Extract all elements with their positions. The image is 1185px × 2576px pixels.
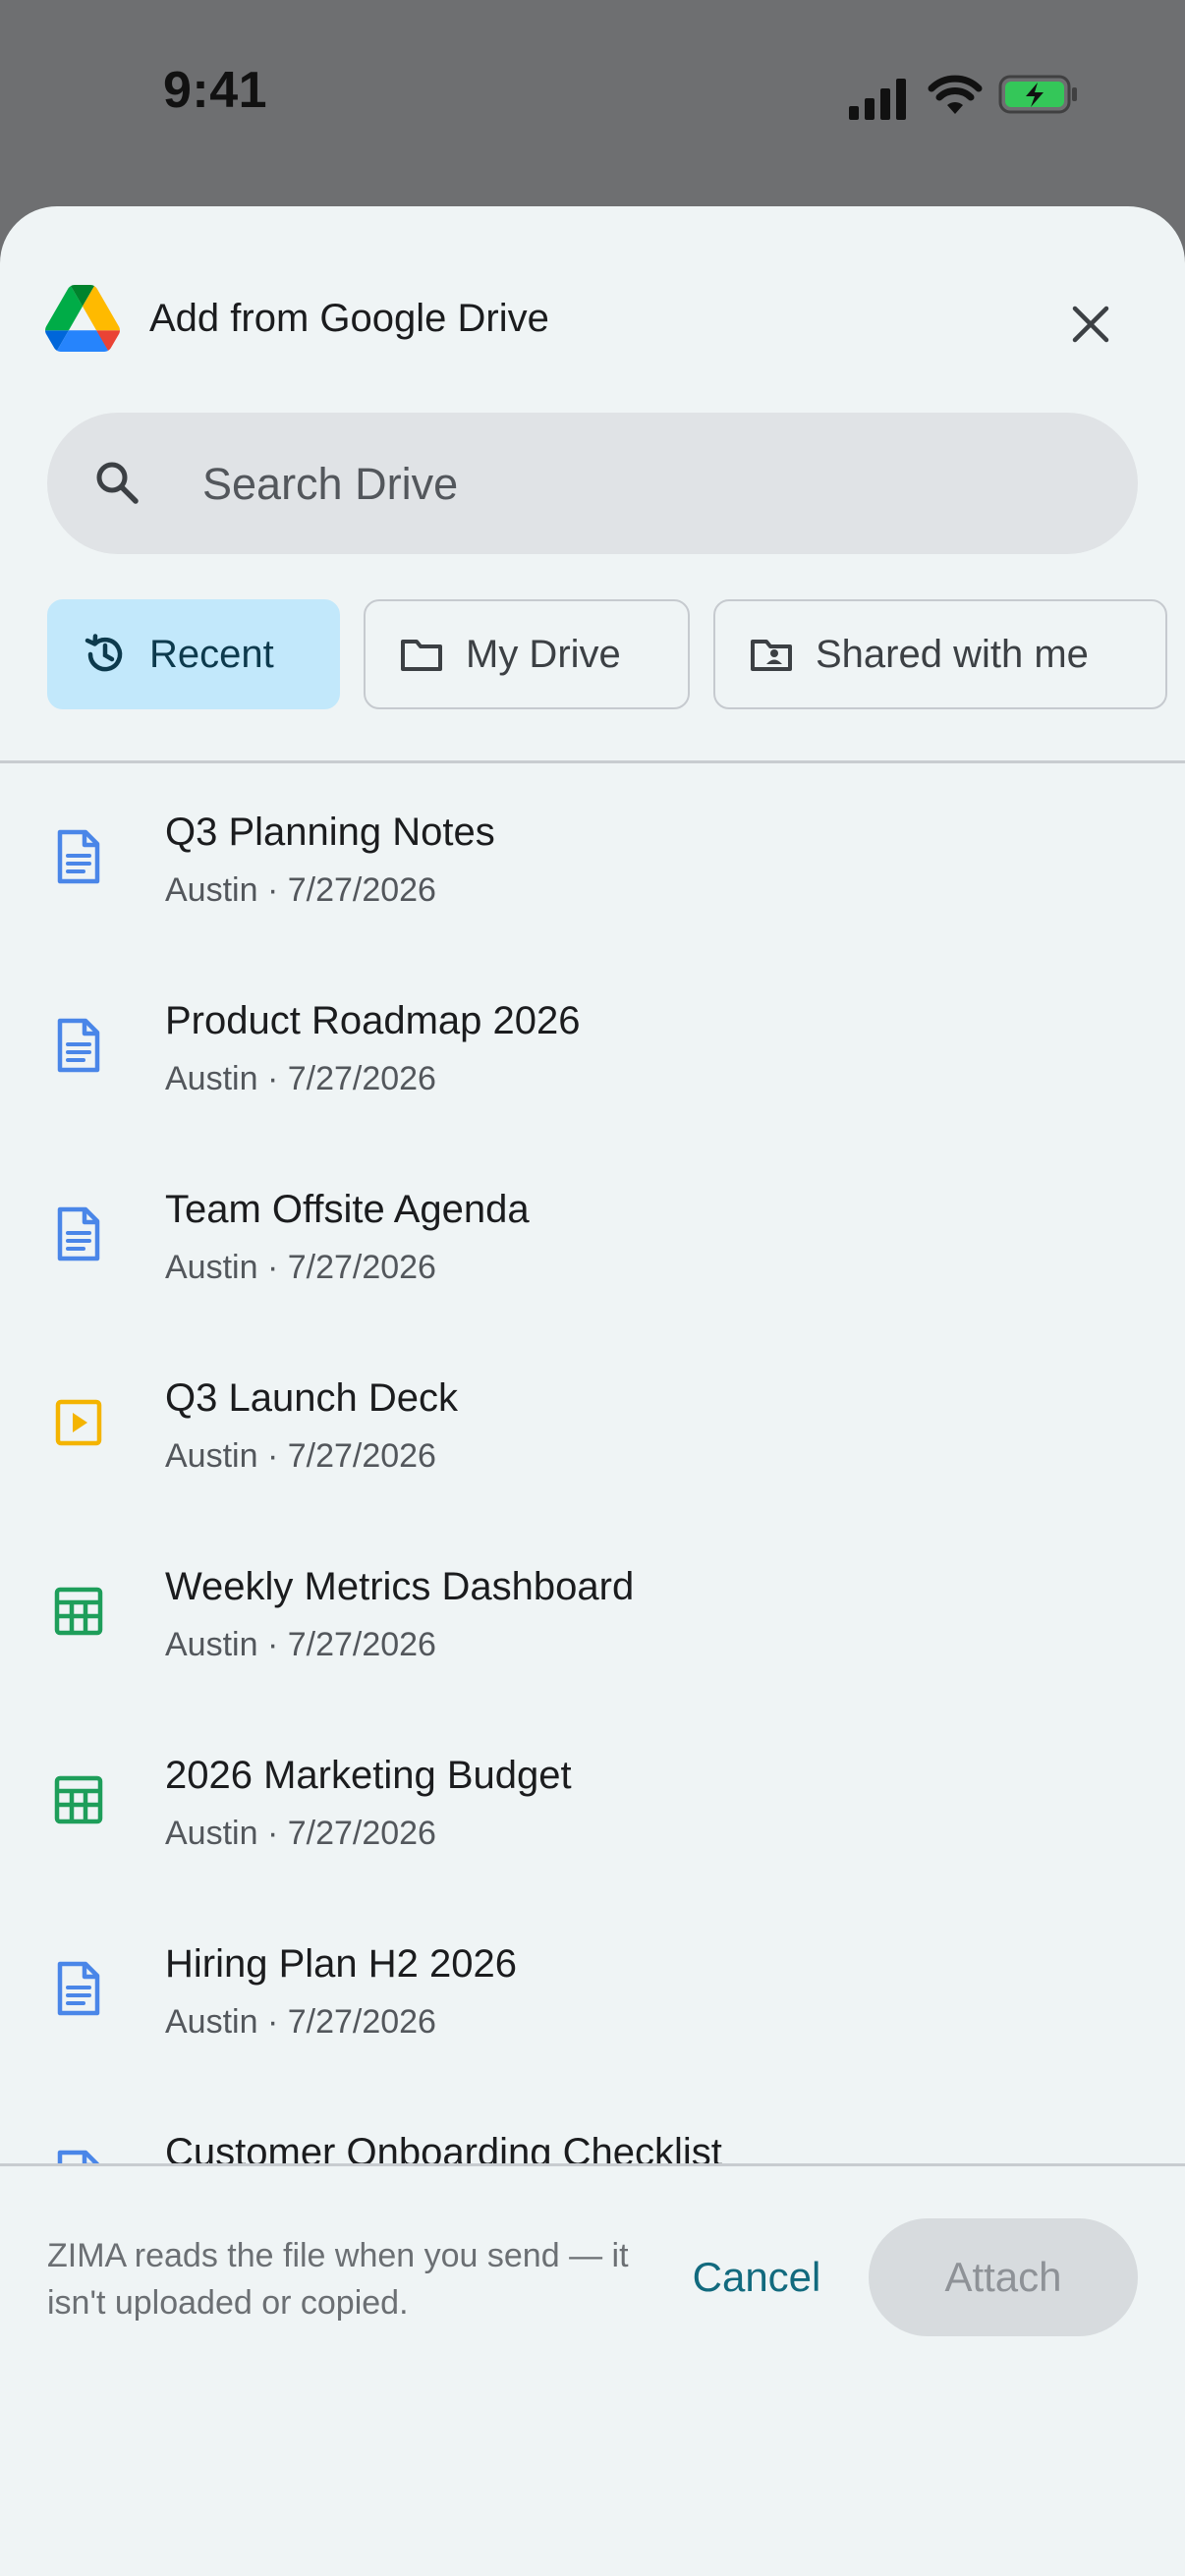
file-meta: Austin · 7/27/2026 — [165, 1437, 436, 1475]
sheet-footer: ZIMA reads the file when you send — it i… — [0, 2163, 1185, 2576]
sheet-file-icon — [49, 1765, 108, 1834]
google-drive-logo-icon — [45, 285, 120, 352]
history-icon — [83, 632, 128, 677]
file-row[interactable]: Team Offsite Agenda Austin · 7/27/2026 — [0, 1141, 1185, 1329]
battery-charging-icon — [998, 75, 1077, 114]
file-meta: Austin · 7/27/2026 — [165, 1626, 436, 1663]
wifi-icon — [928, 75, 983, 114]
file-meta: Austin · 7/27/2026 — [165, 871, 436, 909]
file-meta: Austin · 7/27/2026 — [165, 2003, 436, 2041]
file-list: Q3 Planning Notes Austin · 7/27/2026 Produ… — [0, 763, 1185, 2365]
tab-recent-label: Recent — [149, 632, 274, 676]
slides-file-icon — [49, 1388, 108, 1457]
shared-folder-icon — [749, 632, 794, 677]
cancel-button[interactable]: Cancel — [668, 2218, 845, 2336]
file-row[interactable]: Product Roadmap 2026 Austin · 7/27/2026 — [0, 952, 1185, 1141]
file-row[interactable]: Q3 Launch Deck Austin · 7/27/2026 — [0, 1329, 1185, 1518]
sheet-header: Add from Google Drive — [0, 206, 1185, 403]
file-name: Q3 Launch Deck — [165, 1376, 458, 1420]
doc-file-icon — [49, 1200, 108, 1268]
tab-recent[interactable]: Recent — [47, 599, 340, 709]
file-name: Q3 Planning Notes — [165, 811, 495, 854]
file-meta: Austin · 7/27/2026 — [165, 1060, 436, 1097]
tab-shared-with-me-label: Shared with me — [816, 632, 1089, 676]
privacy-note: ZIMA reads the file when you send — it i… — [47, 2237, 629, 2322]
file-name: Product Roadmap 2026 — [165, 999, 581, 1042]
search-input[interactable] — [200, 448, 1089, 521]
tab-my-drive-label: My Drive — [466, 632, 621, 676]
file-row[interactable]: Weekly Metrics Dashboard Austin · 7/27/20… — [0, 1518, 1185, 1707]
tab-chips: Recent My Drive Shared with me — [0, 599, 1185, 713]
file-row[interactable]: Q3 Planning Notes Austin · 7/27/2026 — [0, 763, 1185, 952]
close-button[interactable] — [1061, 295, 1120, 354]
attach-button[interactable]: Attach — [869, 2218, 1138, 2336]
file-name: Team Offsite Agenda — [165, 1188, 530, 1231]
search-bar[interactable] — [47, 413, 1138, 554]
sheet-title: Add from Google Drive — [149, 297, 549, 340]
file-meta: Austin · 7/27/2026 — [165, 1249, 436, 1286]
sheet-file-icon — [49, 1577, 108, 1646]
doc-file-icon — [49, 822, 108, 891]
signal-icon — [849, 79, 906, 120]
doc-file-icon — [49, 1011, 108, 1080]
file-name: 2026 Marketing Budget — [165, 1754, 572, 1797]
footer-divider — [0, 2163, 1185, 2166]
drive-picker-sheet: Add from Google Drive Recent — [0, 206, 1185, 2576]
status-bar: 9:41 — [0, 0, 1185, 196]
folder-icon — [399, 632, 444, 677]
file-row[interactable]: 2026 Marketing Budget Austin · 7/27/2026 — [0, 1707, 1185, 1895]
status-time: 9:41 — [163, 62, 268, 119]
close-icon — [1072, 306, 1109, 343]
file-name: Weekly Metrics Dashboard — [165, 1565, 635, 1608]
file-meta: Austin · 7/27/2026 — [165, 1815, 436, 1852]
tab-my-drive[interactable]: My Drive — [364, 599, 690, 709]
doc-file-icon — [49, 1954, 108, 2023]
file-name: Hiring Plan H2 2026 — [165, 1942, 517, 1986]
search-icon — [96, 462, 139, 504]
file-row[interactable]: Hiring Plan H2 2026 Austin · 7/27/2026 — [0, 1895, 1185, 2084]
tab-shared-with-me[interactable]: Shared with me — [713, 599, 1167, 709]
